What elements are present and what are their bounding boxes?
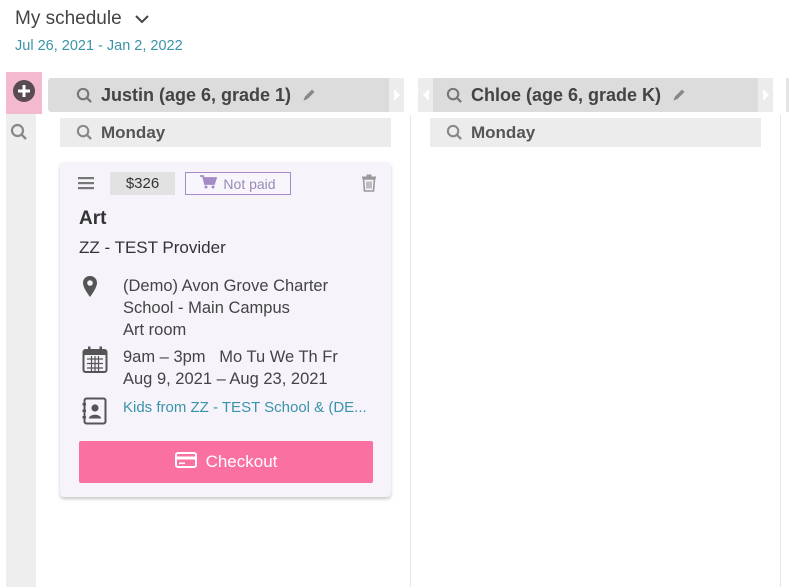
day-label: Monday xyxy=(471,122,536,142)
provider-name: ZZ - TEST Provider xyxy=(79,238,226,257)
page-title: My schedule xyxy=(15,8,122,29)
contact-book-icon xyxy=(79,397,123,425)
checkout-button[interactable]: Checkout xyxy=(79,441,373,483)
day-header-monday[interactable]: Monday xyxy=(60,118,391,147)
kid-header-chloe[interactable]: Chloe (age 6, grade K) xyxy=(418,78,773,112)
trash-icon[interactable] xyxy=(361,174,377,197)
pencil-icon[interactable] xyxy=(301,87,317,103)
activity-card[interactable]: $326 Not paid Art ZZ - TEST Provider (De… xyxy=(60,162,391,497)
time-and-days: 9am – 3pm Mo Tu We Th Fr xyxy=(123,348,338,366)
location-line-1: (Demo) Avon Grove Charter xyxy=(123,277,329,295)
add-kid-button[interactable] xyxy=(6,72,42,114)
payment-status-label: Not paid xyxy=(223,175,276,192)
date-span: Aug 9, 2021 – Aug 23, 2021 xyxy=(123,370,328,388)
location-line-2: School - Main Campus xyxy=(123,299,290,317)
search-icon[interactable] xyxy=(446,87,463,104)
plus-circle-icon xyxy=(12,79,36,108)
search-icon[interactable] xyxy=(9,122,29,142)
price-badge: $326 xyxy=(110,172,175,195)
schedule-selector[interactable]: My schedule xyxy=(15,8,150,30)
activity-title: Art xyxy=(79,208,107,229)
chevron-left-icon[interactable] xyxy=(418,78,433,112)
column-divider xyxy=(410,115,411,587)
map-pin-icon xyxy=(79,275,123,341)
chevron-down-icon[interactable] xyxy=(134,11,150,27)
credit-card-icon xyxy=(174,451,197,473)
audience-link[interactable]: Kids from ZZ - TEST School & (DE... xyxy=(123,397,367,425)
search-icon[interactable] xyxy=(76,124,93,141)
calendar-icon xyxy=(79,346,123,390)
menu-icon[interactable] xyxy=(78,176,94,195)
date-range: Jul 26, 2021 - Jan 2, 2022 xyxy=(15,38,183,54)
room-name: Art room xyxy=(123,321,187,339)
kid-name: Justin (age 6, grade 1) xyxy=(101,84,292,105)
location-row: (Demo) Avon Grove Charter School - Main … xyxy=(79,275,328,341)
day-label: Monday xyxy=(101,122,166,142)
search-icon[interactable] xyxy=(446,124,463,141)
cart-icon xyxy=(200,175,218,192)
search-icon[interactable] xyxy=(76,87,93,104)
left-gutter xyxy=(6,72,36,587)
schedule-row: 9am – 3pm Mo Tu We Th Fr Aug 9, 2021 – A… xyxy=(79,346,338,390)
checkout-label: Checkout xyxy=(205,452,278,471)
day-header-monday[interactable]: Monday xyxy=(430,118,761,147)
column-divider xyxy=(780,115,781,587)
audience-row: Kids from ZZ - TEST School & (DE... xyxy=(79,397,367,425)
kid-header-justin[interactable]: Justin (age 6, grade 1) xyxy=(48,78,404,112)
payment-status-badge: Not paid xyxy=(185,172,291,195)
chevron-right-icon[interactable] xyxy=(758,78,773,112)
kid-name: Chloe (age 6, grade K) xyxy=(471,84,662,105)
pencil-icon[interactable] xyxy=(671,87,687,103)
chevron-right-icon[interactable] xyxy=(389,78,404,112)
